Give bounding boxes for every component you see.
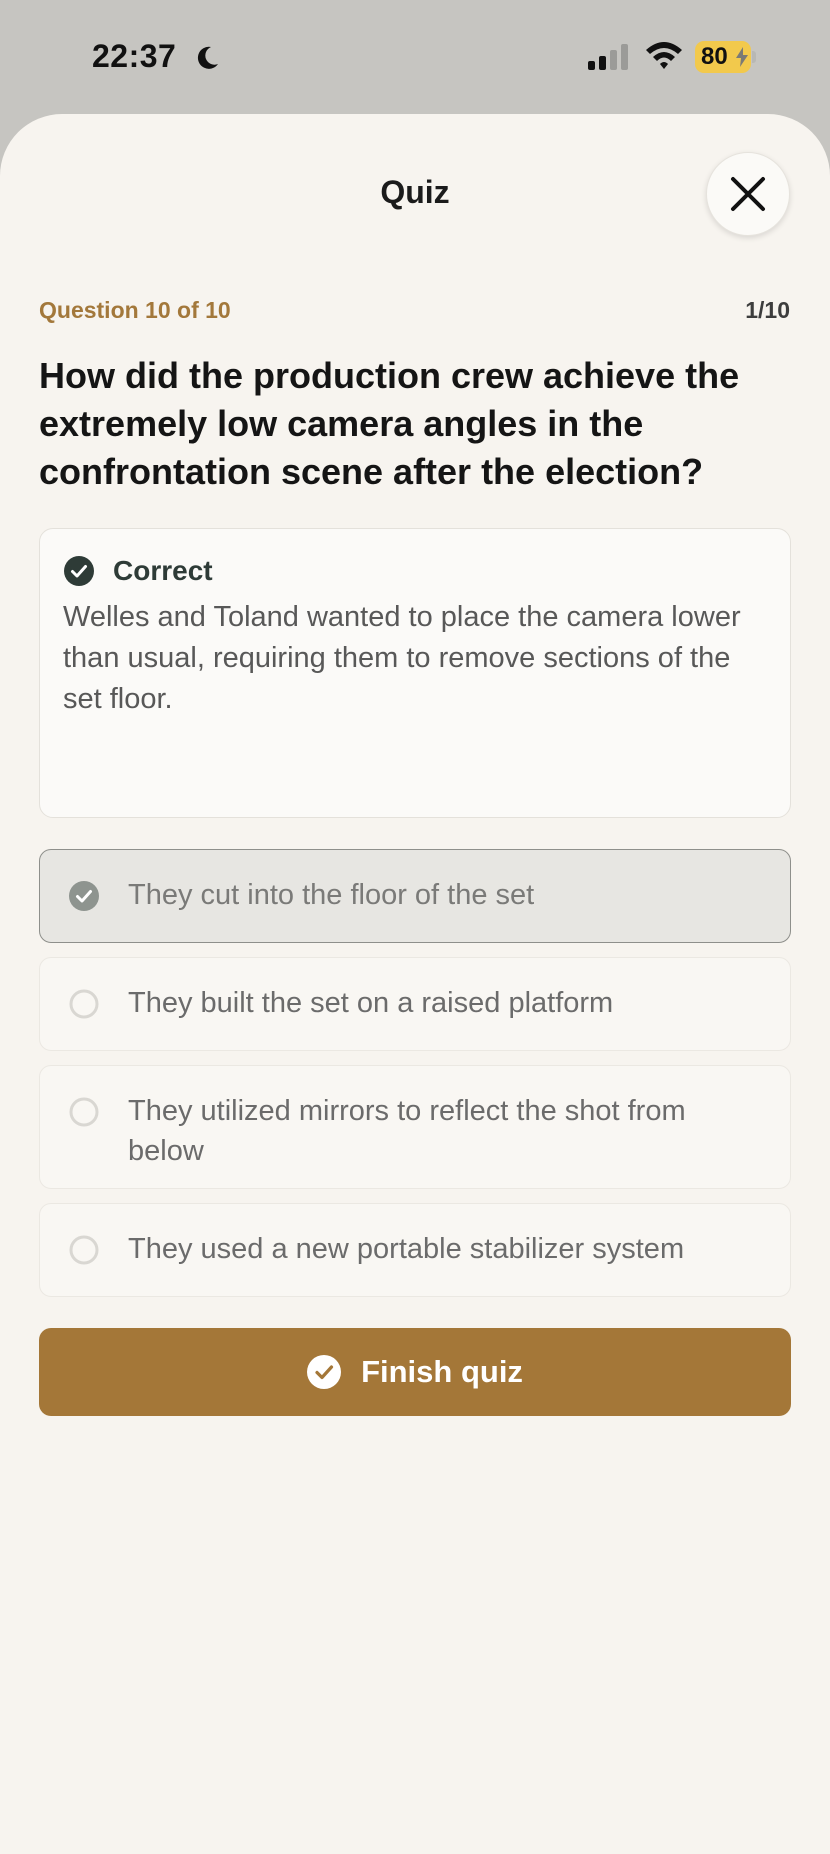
answer-option-3[interactable]: They utilized mirrors to reflect the sho… <box>39 1065 791 1189</box>
battery-level: 80 <box>701 43 728 70</box>
answer-option-1[interactable]: They cut into the floor of the set <box>39 849 791 943</box>
finish-quiz-label: Finish quiz <box>361 1354 523 1389</box>
answer-option-label: They built the set on a raised platform <box>128 987 614 1019</box>
answer-option-label: They utilized mirrors to reflect the sho… <box>128 1095 686 1167</box>
answer-option-4[interactable]: They used a new portable stabilizer syst… <box>39 1203 791 1297</box>
question-text: How did the production crew achieve the … <box>39 355 740 492</box>
feedback-status: Correct <box>113 555 213 586</box>
answer-option-2[interactable]: They built the set on a raised platform <box>39 957 791 1051</box>
radio-unchecked-icon <box>69 1097 99 1127</box>
check-circle-icon <box>307 1355 342 1389</box>
question-number: Question 10 of 10 <box>39 297 231 323</box>
finish-quiz-button[interactable]: Finish quiz <box>39 1328 791 1416</box>
check-circle-icon <box>64 556 94 586</box>
radio-unchecked-icon <box>69 989 99 1019</box>
wifi-icon <box>646 42 682 69</box>
answer-option-label: They cut into the floor of the set <box>128 879 535 911</box>
answer-feedback-card: Correct Welles and Toland wanted to plac… <box>39 528 791 818</box>
radio-unchecked-icon <box>69 1235 99 1265</box>
quiz-sheet: Quiz Question 10 of 10 1/10 How did the … <box>0 114 830 1854</box>
feedback-explanation: Welles and Toland wanted to place the ca… <box>63 601 741 715</box>
status-bar: 22:37 80 <box>0 0 830 110</box>
answer-option-label: They used a new portable stabilizer syst… <box>128 1233 685 1265</box>
selected-check-icon <box>69 881 99 911</box>
bolt-icon <box>736 47 748 67</box>
moon-icon <box>197 46 218 69</box>
cellular-signal-icon <box>588 44 628 70</box>
status-time: 22:37 <box>92 38 177 74</box>
battery-icon <box>752 51 756 63</box>
question-progress: 1/10 <box>745 297 790 323</box>
battery-indicator: 80 <box>695 41 751 73</box>
close-button[interactable] <box>706 152 790 236</box>
close-icon <box>731 177 765 211</box>
